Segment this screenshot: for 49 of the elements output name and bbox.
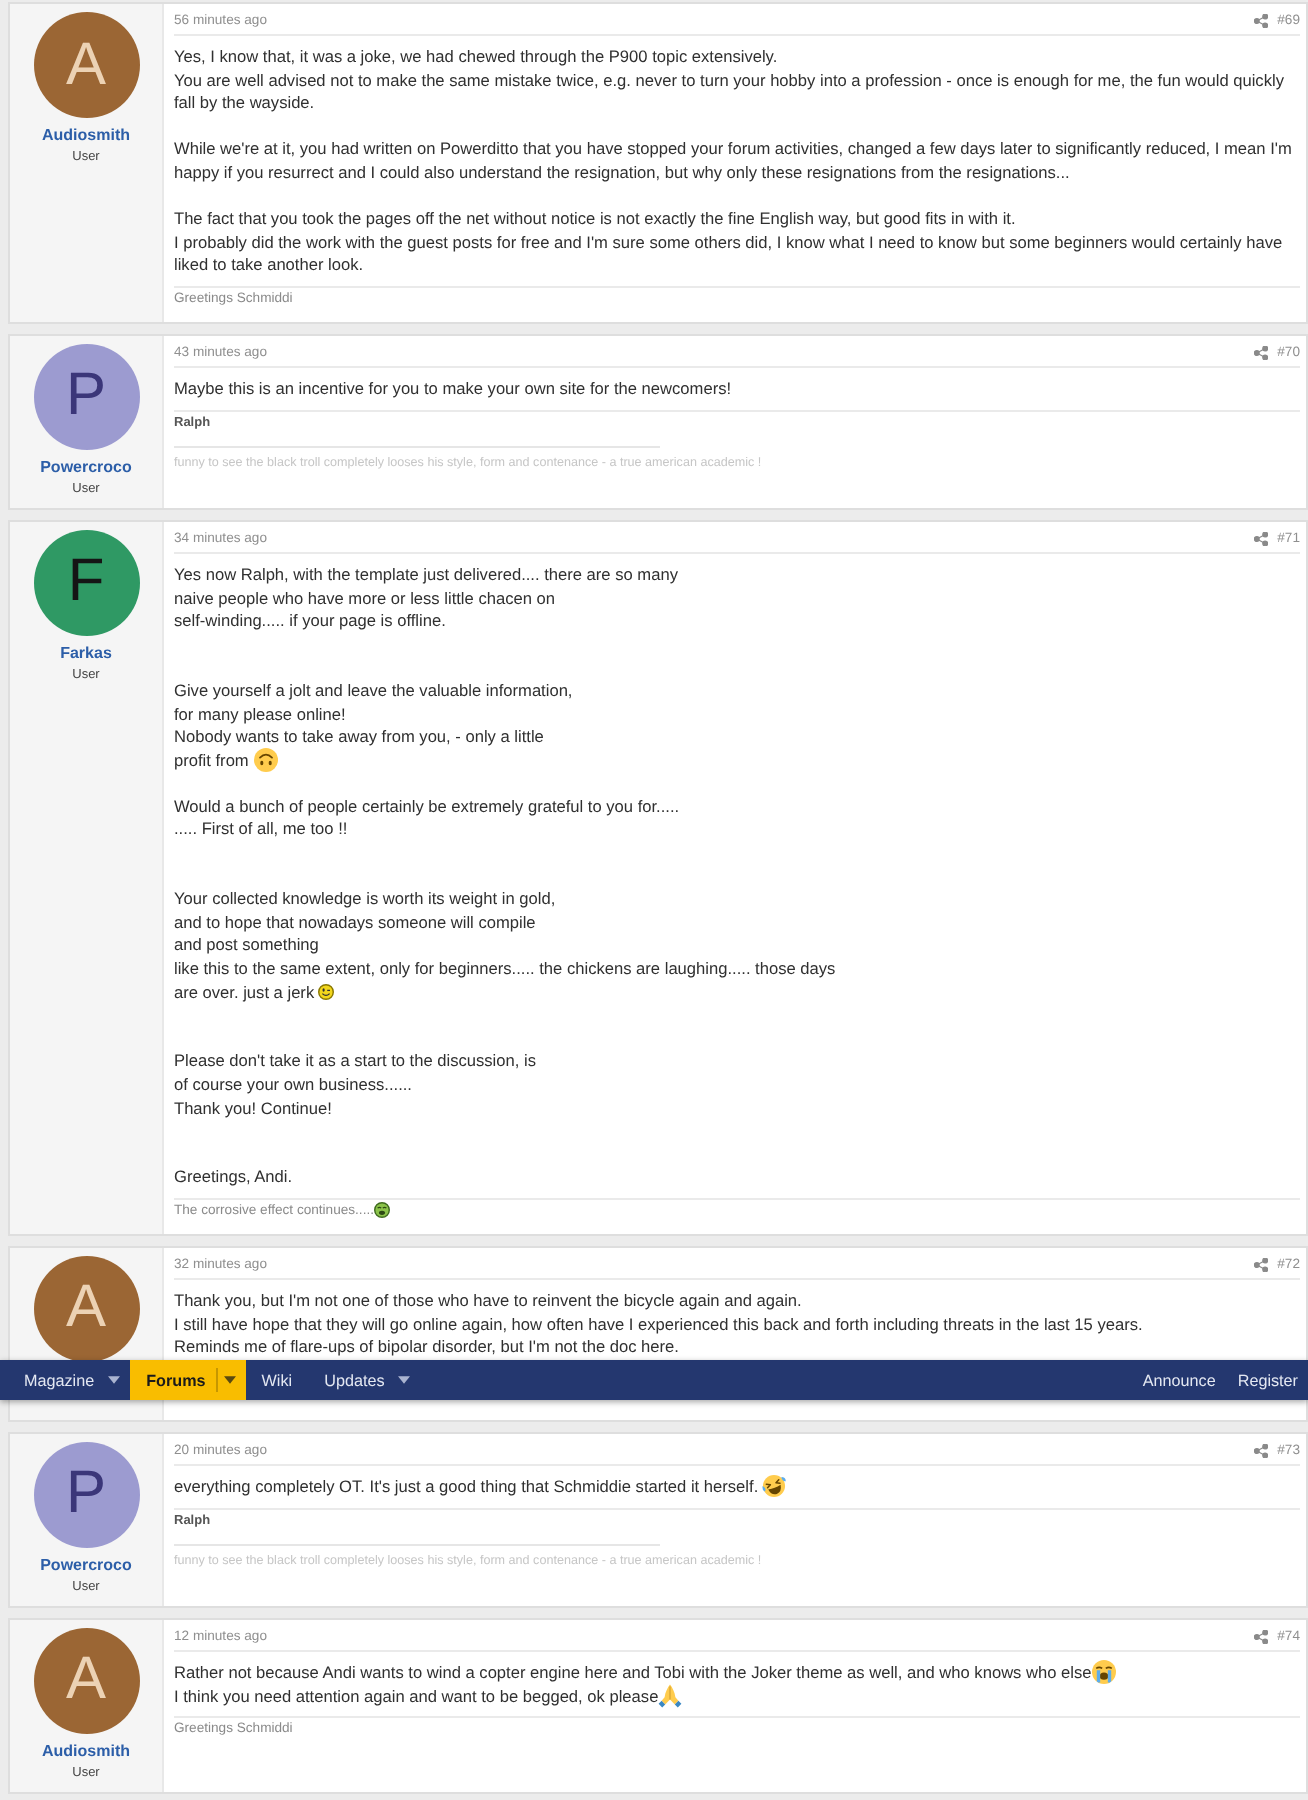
avatar[interactable]: A (33, 12, 139, 118)
avatar-letter: P (65, 1464, 106, 1525)
post-text: profit from (174, 749, 251, 770)
username-link[interactable]: Powercroco (40, 1553, 132, 1576)
crying-face-icon (1091, 1660, 1116, 1685)
avatar[interactable]: F (33, 529, 139, 636)
winking-face-icon (318, 983, 335, 1000)
share-icon[interactable] (1253, 1257, 1268, 1272)
post-text: everything completely OT. It's just a good thing that Schmiddie started it herself. (174, 1475, 761, 1496)
post-text: are over. just a jerk (174, 981, 317, 1002)
post-text: Please don't take it as a start to the discussion, is of course your own business...... Thank you! Continue! (174, 1050, 536, 1118)
share-icon[interactable] (1253, 531, 1268, 546)
share-icon[interactable] (1253, 1629, 1268, 1644)
post-text: I think you need attention again and want to be begged, ok please (174, 1685, 659, 1706)
avatar-letter: A (65, 35, 106, 95)
username-link[interactable]: Powercroco (40, 455, 132, 478)
nav-tab[interactable]: Updates (308, 1360, 421, 1400)
post-text: Yes now Ralph, with the template just delivered.... there are so many naive people who have more or less little chacen on self-winding..... if your page is offline. (174, 563, 678, 631)
post-text: Yes, I know that, it was a joke, we had chewed through the P900 topic extensively. You are well advised not to make the same mistake twice, e.g. never to turn your hobby into a profession - once is enough for me, the fun would quickly fall by the wayside. (174, 46, 1286, 113)
avatar-letter: P (65, 366, 106, 427)
nav-tab[interactable]: Magazine (8, 1360, 131, 1400)
post-text: Maybe this is an incentive for you to make your own site for the newcomers! (174, 377, 732, 398)
avatar-letter: A (65, 1278, 106, 1339)
avatar[interactable]: A (33, 1255, 139, 1362)
laughing-face-icon (762, 1474, 787, 1499)
share-icon[interactable] (1253, 14, 1268, 28)
post-text: Rather not because Andi wants to wind a copter engine here and Tobi with the Joker theme as well, and who knows who else (174, 1661, 1092, 1682)
nav-link[interactable]: Register (1225, 1360, 1308, 1400)
nav-link[interactable]: Announce (1130, 1360, 1226, 1400)
avatar-letter: A (65, 1650, 106, 1711)
avatar[interactable]: P (33, 1441, 139, 1548)
praying-hands-icon (658, 1683, 683, 1708)
post-text: Greetings, Andi. (174, 1166, 293, 1187)
username-link[interactable]: Audiosmith (42, 1739, 130, 1762)
username-link[interactable]: Farkas (60, 641, 112, 664)
share-icon[interactable] (1253, 1443, 1268, 1458)
avatar[interactable]: P (33, 343, 139, 450)
nav-tab[interactable]: Wiki (245, 1360, 309, 1400)
vomiting-face-icon (374, 1201, 390, 1218)
avatar[interactable]: A (33, 1627, 139, 1734)
post-text: Thank you, but I'm not one of those who have to reinvent the bicycle again and again. I still have hope that they will go online again, how often have I experienced this back and forth including threats in the last 15 years. Reminds me of flare-ups of bipolar disorder, but I'm not the doc here. (174, 1289, 1143, 1357)
nav-tab[interactable]: Forums (130, 1360, 246, 1400)
post-text: While we're at it, you had written on Powerditto that you have stopped your forum activities, changed a few days later to significantly reduced, I mean I'm happy if you resurrect and I could also understand the resignation, but why only these resignations from the resignations... (174, 138, 1294, 182)
share-icon[interactable] (1253, 345, 1268, 360)
username-link[interactable]: Audiosmith (42, 124, 130, 146)
avatar-letter: F (67, 552, 105, 613)
post-text: Would a bunch of people certainly be extremely grateful to you for..... ..... First of all, me too !! (174, 795, 680, 839)
upside-down-face-icon (253, 748, 278, 772)
post-text: The fact that you took the pages off the net without notice is not exactly the fine English way, but good fits in with it. I probably did the work with the guest posts for free and I'm sure some others did, I know what I need to know but some beginners would certainly have liked to take another look. (174, 208, 1285, 275)
